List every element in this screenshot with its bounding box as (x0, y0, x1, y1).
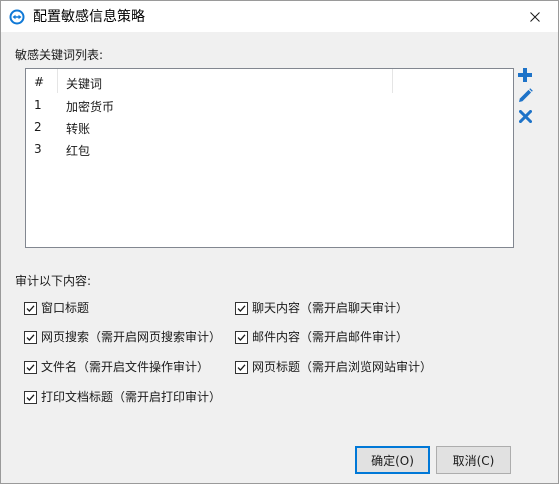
row-keyword: 加密货币 (66, 100, 115, 114)
checkmark-icon (26, 363, 35, 371)
checkmark-icon (237, 333, 246, 341)
checkbox-print-title[interactable]: 打印文档标题（需开启打印审计） (24, 389, 221, 405)
add-keyword-button[interactable] (517, 67, 533, 83)
delete-keyword-button[interactable] (517, 108, 533, 124)
checkbox[interactable] (24, 360, 37, 374)
checkbox-file-name[interactable]: 文件名（需开启文件操作审计） (24, 359, 209, 375)
checkbox-web-title[interactable]: 网页标题（需开启浏览网站审计） (235, 359, 432, 375)
window-title: 配置敏感信息策略 (33, 9, 145, 25)
row-keyword: 转账 (66, 122, 91, 136)
edit-keyword-button[interactable] (517, 87, 533, 103)
checkmark-icon (237, 363, 246, 371)
keyword-list[interactable]: # 关键词 1 加密货币 2 转账 3 红包 (25, 68, 514, 248)
checkbox-label: 文件名（需开启文件操作审计） (41, 360, 210, 374)
checkmark-icon (237, 304, 246, 312)
close-icon (530, 11, 540, 22)
row-keyword: 红包 (66, 144, 91, 158)
checkbox-window-title[interactable]: 窗口标题 (24, 300, 89, 316)
checkbox-label: 网页搜索（需开启网页搜索审计） (41, 330, 222, 344)
keyword-list-header: # 关键词 (26, 69, 513, 93)
checkbox[interactable] (24, 330, 37, 344)
close-button[interactable] (512, 1, 558, 32)
row-number: 2 (34, 120, 42, 134)
checkbox-web-search[interactable]: 网页搜索（需开启网页搜索审计） (24, 329, 221, 345)
checkmark-icon (26, 393, 35, 401)
checkbox[interactable] (235, 360, 248, 374)
keyword-list-label: 敏感关键词列表: (15, 48, 104, 62)
column-divider (392, 69, 393, 93)
checkbox-label: 窗口标题 (41, 301, 90, 315)
keyword-row[interactable]: 1 加密货币 (26, 94, 513, 116)
plus-icon (518, 68, 532, 82)
checkbox-label: 邮件内容（需开启邮件审计） (252, 330, 409, 344)
keyword-row[interactable]: 3 红包 (26, 138, 513, 160)
app-icon (9, 9, 25, 25)
column-header-number[interactable]: # (34, 75, 44, 89)
checkbox[interactable] (24, 301, 37, 315)
checkmark-icon (26, 333, 35, 341)
checkbox[interactable] (235, 301, 248, 315)
keyword-row[interactable]: 2 转账 (26, 116, 513, 138)
column-header-keyword[interactable]: 关键词 (66, 75, 102, 92)
checkbox-label: 网页标题（需开启浏览网站审计） (252, 360, 433, 374)
checkbox[interactable] (24, 390, 37, 404)
checkbox-email-content[interactable]: 邮件内容（需开启邮件审计） (235, 329, 408, 345)
audit-label: 审计以下内容: (15, 274, 92, 288)
checkmark-icon (26, 304, 35, 312)
checkbox[interactable] (235, 330, 248, 344)
config-dialog: 配置敏感信息策略 敏感关键词列表: # 关键词 1 加密货币 2 转账 3 红包 (0, 0, 559, 484)
ok-button[interactable]: 确定(O) (355, 446, 430, 474)
row-number: 1 (34, 98, 42, 112)
pencil-icon (518, 87, 533, 102)
x-icon (518, 109, 532, 123)
checkbox-label: 打印文档标题（需开启打印审计） (41, 390, 222, 404)
column-divider (57, 69, 58, 93)
checkbox-chat-content[interactable]: 聊天内容（需开启聊天审计） (235, 300, 408, 316)
cancel-button[interactable]: 取消(C) (436, 446, 511, 474)
checkbox-label: 聊天内容（需开启聊天审计） (252, 301, 409, 315)
row-number: 3 (34, 142, 42, 156)
title-bar: 配置敏感信息策略 (1, 1, 558, 32)
